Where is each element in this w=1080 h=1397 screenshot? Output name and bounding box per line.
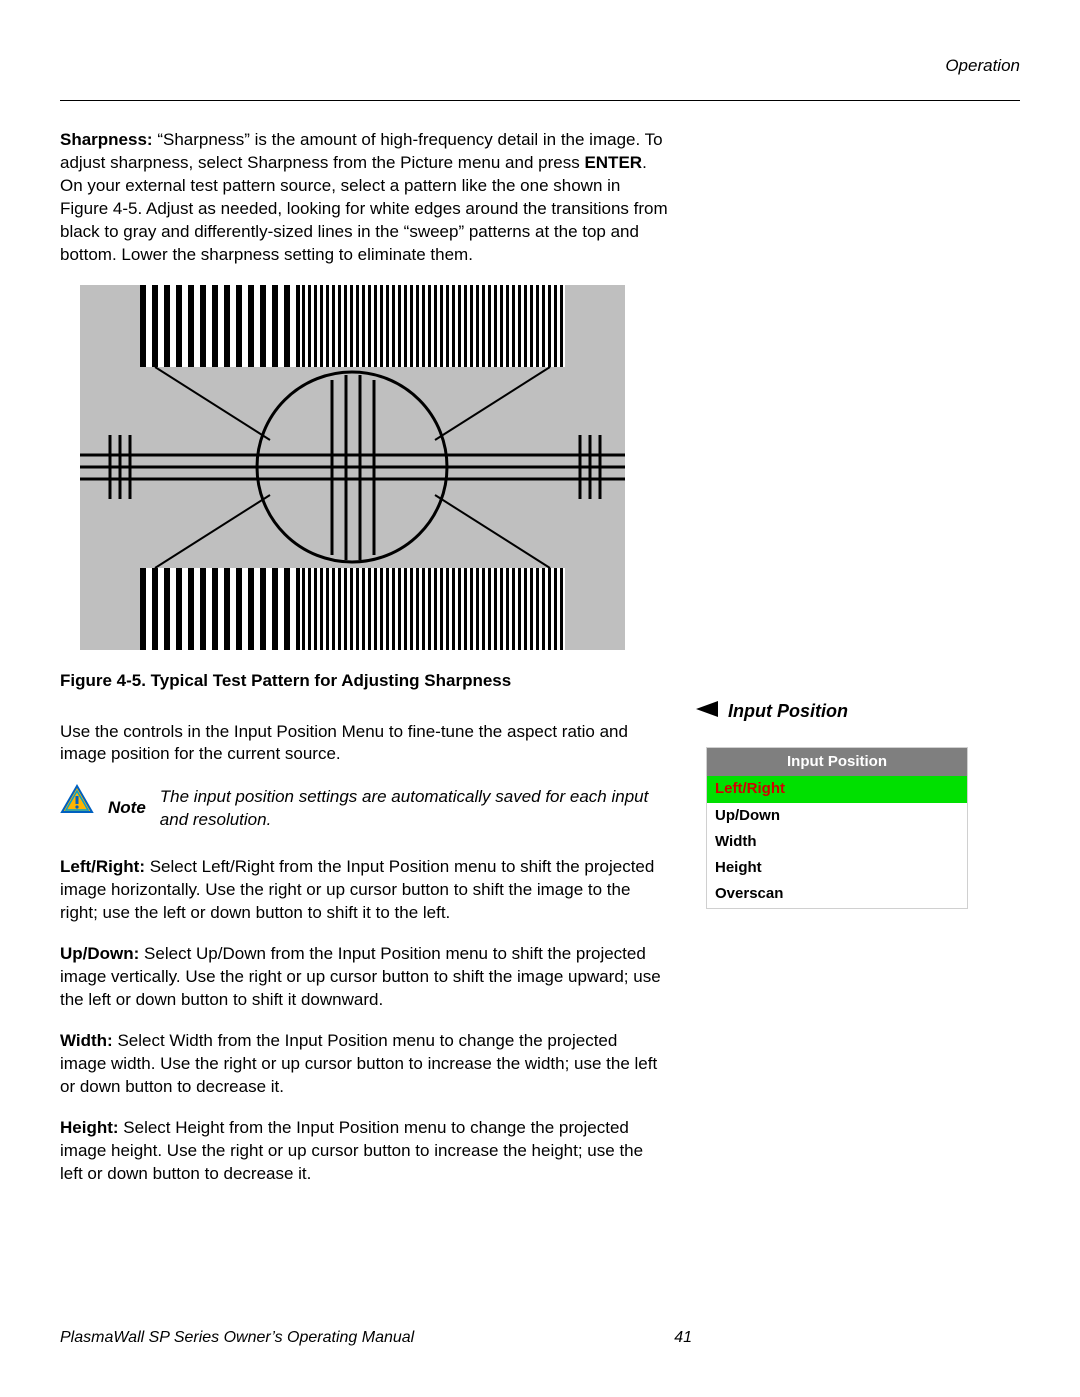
page-number: 41 — [674, 1327, 692, 1349]
manual-page: Operation Sharpness: “Sharpness” is the … — [0, 0, 1080, 1397]
left-right-text: Select Left/Right from the Input Positio… — [60, 857, 654, 922]
menu-row[interactable]: Width — [707, 829, 967, 855]
side-heading-text: Input Position — [728, 699, 848, 723]
width-paragraph: Width: Select Width from the Input Posit… — [60, 1030, 668, 1099]
test-pattern-icon — [80, 285, 625, 650]
menu-title: Input Position — [707, 748, 967, 776]
note-text: The input position settings are automati… — [160, 784, 668, 832]
up-down-paragraph: Up/Down: Select Up/Down from the Input P… — [60, 943, 668, 1012]
note-block: Note The input position settings are aut… — [60, 784, 668, 832]
left-right-label: Left/Right: — [60, 857, 145, 876]
height-label: Height: — [60, 1118, 119, 1137]
menu-row-selected[interactable]: Left/Right — [707, 776, 967, 802]
menu-row[interactable]: Height — [707, 855, 967, 881]
sharpness-label: Sharpness: — [60, 130, 153, 149]
input-position-menu: Input Position Left/Right Up/Down Width … — [706, 747, 968, 909]
content-columns: Sharpness: “Sharpness” is the amount of … — [60, 129, 1020, 1204]
up-down-text: Select Up/Down from the Input Position m… — [60, 944, 661, 1009]
figure-4-5 — [80, 285, 625, 650]
input-position-intro: Use the controls in the Input Position M… — [60, 721, 668, 767]
manual-title: PlasmaWall SP Series Owner’s Operating M… — [60, 1327, 414, 1349]
note-label: Note — [108, 797, 146, 820]
triangle-left-icon — [696, 699, 718, 723]
figure-caption: Figure 4-5. Typical Test Pattern for Adj… — [60, 670, 668, 693]
side-heading: Input Position — [696, 699, 1020, 723]
height-text: Select Height from the Input Position me… — [60, 1118, 643, 1183]
menu-row[interactable]: Overscan — [707, 881, 967, 907]
page-footer: PlasmaWall SP Series Owner’s Operating M… — [60, 1327, 1020, 1349]
height-paragraph: Height: Select Height from the Input Pos… — [60, 1117, 668, 1186]
main-column: Sharpness: “Sharpness” is the amount of … — [60, 129, 668, 1204]
up-down-label: Up/Down: — [60, 944, 139, 963]
section-heading: Operation — [60, 55, 1020, 78]
enter-label: ENTER — [584, 153, 642, 172]
note-icon — [60, 784, 94, 821]
side-column: Input Position Input Position Left/Right… — [696, 129, 1020, 1204]
sharpness-paragraph: Sharpness: “Sharpness” is the amount of … — [60, 129, 668, 267]
menu-row[interactable]: Up/Down — [707, 803, 967, 829]
width-label: Width: — [60, 1031, 113, 1050]
left-right-paragraph: Left/Right: Select Left/Right from the I… — [60, 856, 668, 925]
width-text: Select Width from the Input Position men… — [60, 1031, 657, 1096]
horizontal-rule — [60, 100, 1020, 101]
